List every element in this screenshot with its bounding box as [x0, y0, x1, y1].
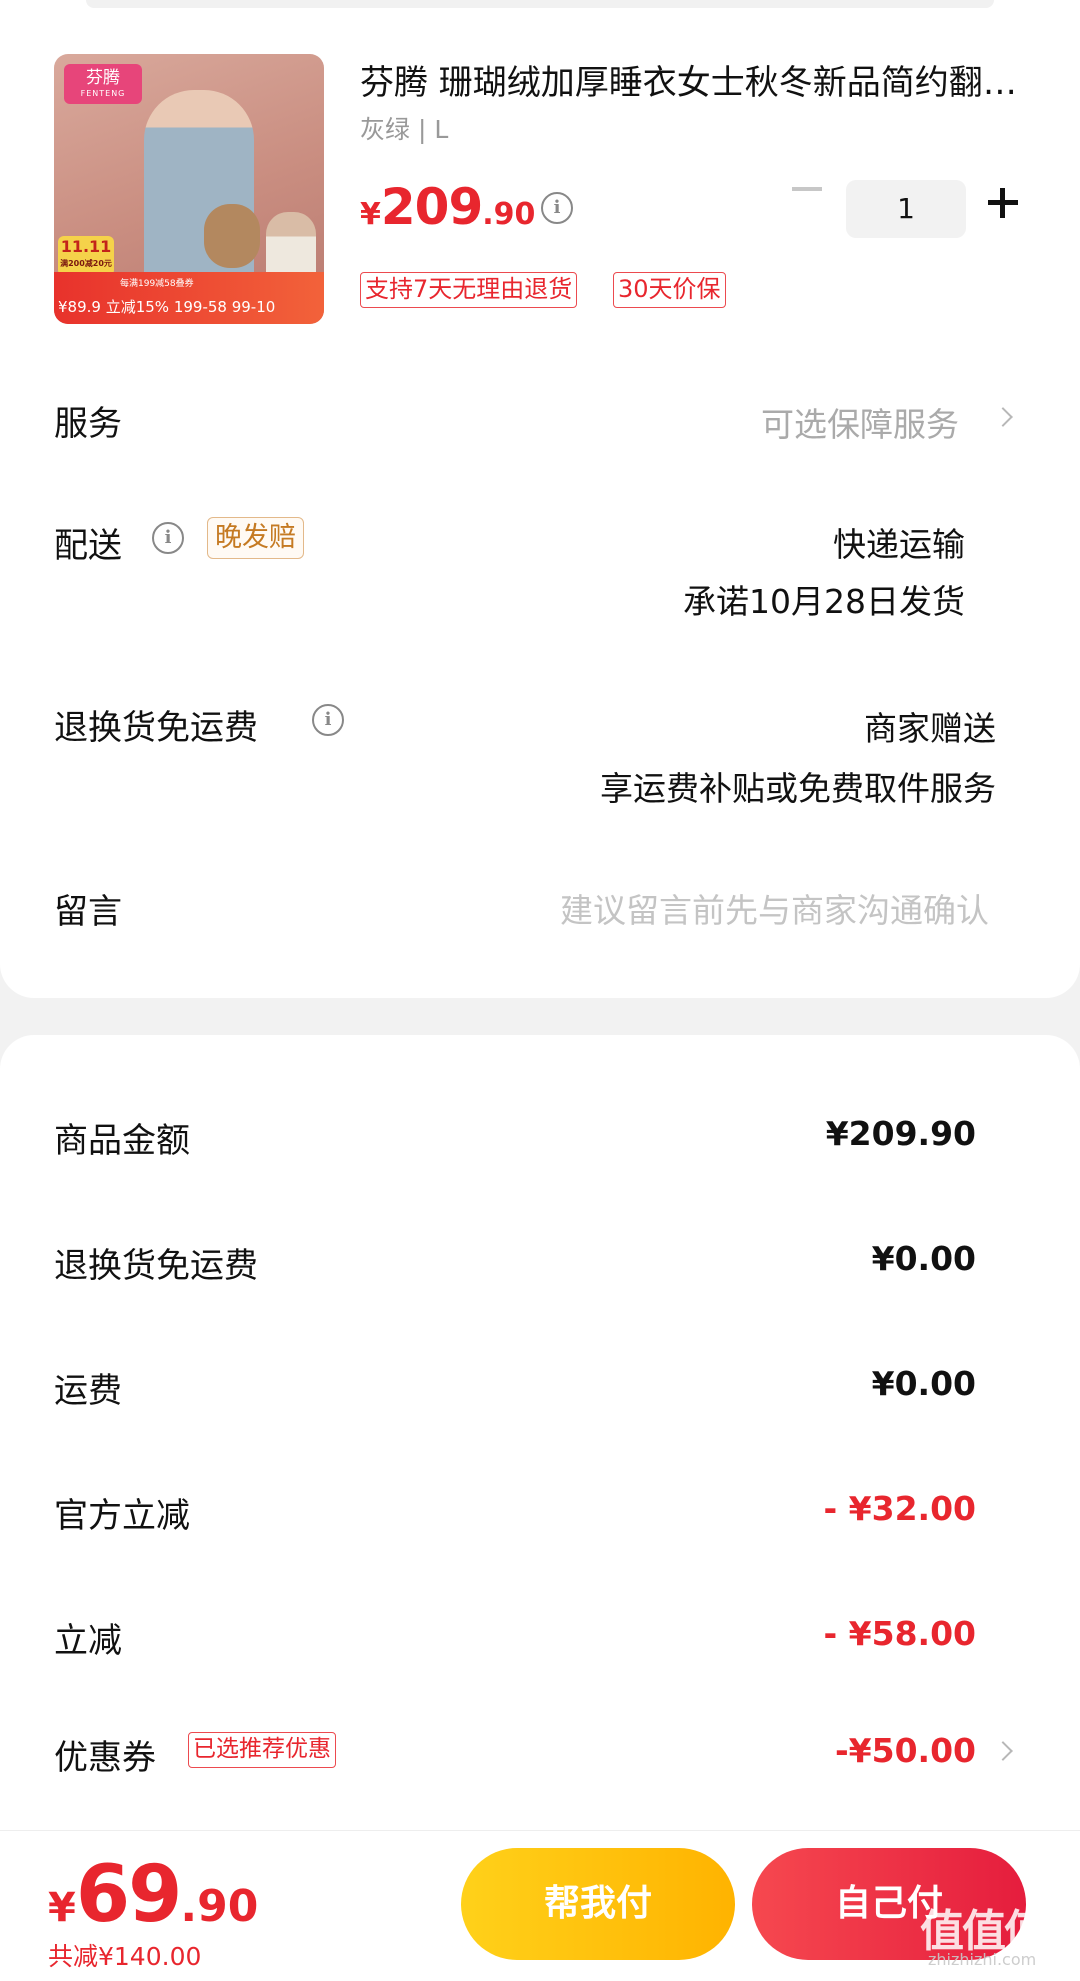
return-shipping-desc: 享运费补贴或免费取件服务: [600, 769, 996, 808]
double-eleven-badge: 11.11 满200减20元: [58, 236, 114, 276]
goods-amount-label: 商品金额: [54, 1121, 190, 1161]
return-fee-label: 退换货免运费: [54, 1246, 258, 1286]
price-info-icon[interactable]: i: [541, 192, 573, 224]
return-shipping-label: 退换货免运费: [54, 708, 258, 748]
product-title[interactable]: 芬腾 珊瑚绒加厚睡衣女士秋冬新品简约翻领开衫加绒家居服套装: [360, 60, 1030, 106]
delivery-method[interactable]: 快递运输: [833, 518, 965, 566]
unit-price: ¥209.90: [360, 178, 536, 236]
previous-card-edge: [86, 0, 994, 8]
message-label: 留言: [54, 892, 122, 932]
return-policy-tag: 支持7天无理由退货: [360, 272, 578, 308]
coupon-label: 优惠券: [54, 1738, 156, 1778]
shipping-fee-value: ¥0.00: [871, 1364, 976, 1403]
product-sku[interactable]: 灰绿 | L: [360, 110, 448, 146]
quantity-decrease-button[interactable]: [792, 187, 822, 191]
return-fee-value: ¥0.00: [871, 1239, 976, 1278]
promo-banner: 每满199减58叠券 ¥89.9 立减15% 199-58 99-10: [54, 272, 324, 324]
coupon-value[interactable]: -¥50.00: [835, 1731, 976, 1770]
shipping-fee-label: 运费: [54, 1371, 122, 1411]
instant-discount-value: - ¥58.00: [823, 1614, 976, 1653]
service-value[interactable]: 可选保障服务: [761, 398, 959, 446]
instant-discount-label: 立减: [54, 1621, 122, 1661]
site-watermark-url: zhizhizhi.com: [928, 1950, 1037, 1969]
total-price: ¥69.90: [48, 1850, 259, 1940]
official-discount-value: - ¥32.00: [823, 1489, 976, 1528]
bear-doll: [204, 204, 260, 268]
return-shipping-info-icon[interactable]: i: [312, 704, 344, 736]
return-shipping-value: 商家赠送: [864, 709, 996, 748]
delivery-info-icon[interactable]: i: [152, 522, 184, 554]
price-protection-tag: 30天价保: [613, 272, 726, 308]
official-discount-label: 官方立减: [54, 1496, 190, 1536]
brand-logo: 芬腾 FENTENG: [64, 64, 142, 104]
total-saved: 共减¥140.00: [48, 1942, 202, 1971]
goods-amount-value: ¥209.90: [825, 1114, 976, 1153]
quantity-input[interactable]: 1: [846, 180, 966, 238]
delivery-label: 配送: [54, 526, 122, 566]
quantity-increase-button[interactable]: [988, 188, 1018, 218]
message-input[interactable]: 建议留言前先与商家沟通确认: [560, 884, 989, 932]
late-compensation-tag: 晚发赔: [207, 517, 304, 559]
help-me-pay-button[interactable]: 帮我付: [461, 1848, 735, 1960]
coupon-recommended-tag: 已选推荐优惠: [188, 1732, 336, 1768]
service-label: 服务: [54, 404, 122, 444]
delivery-promise: 承诺10月28日发货: [683, 582, 965, 621]
product-thumbnail[interactable]: 芬腾 FENTENG 11.11 满200减20元 每满199减58叠券 ¥89…: [54, 54, 324, 324]
